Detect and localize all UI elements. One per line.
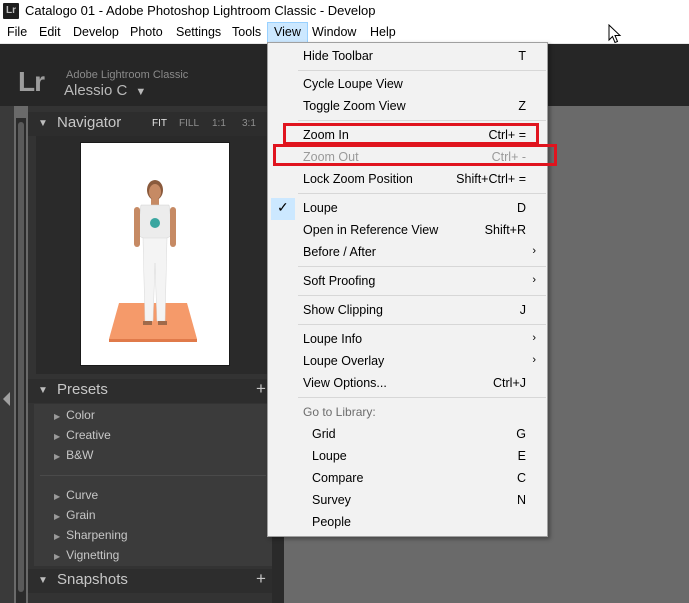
preset-group-curve[interactable]: ▶ Curve (54, 488, 98, 508)
menu-edit[interactable]: Edit (33, 22, 67, 43)
presets-divider (40, 475, 266, 476)
collapse-left-panel-icon[interactable] (3, 392, 10, 406)
navigator-panel-header[interactable]: ▼ Navigator (28, 112, 272, 136)
snapshots-panel-header[interactable]: ▼ Snapshots + (28, 569, 272, 593)
menu-item-loupe-overlay[interactable]: Loupe Overlay › (269, 351, 546, 373)
preset-group-sharpening[interactable]: ▶ Sharpening (54, 528, 128, 548)
menu-separator (298, 397, 546, 398)
navigator-title: Navigator (57, 114, 122, 131)
menu-settings[interactable]: Settings (170, 22, 227, 43)
submenu-arrow-icon: › (532, 354, 536, 366)
menu-item-library-loupe[interactable]: Loupe E (269, 446, 546, 468)
menu-separator (298, 295, 546, 296)
menu-file[interactable]: File (1, 22, 33, 43)
preset-group-vignetting[interactable]: ▶ Vignetting (54, 548, 119, 568)
menu-photo[interactable]: Photo (124, 22, 169, 43)
expand-triangle-icon: ▶ (54, 492, 61, 501)
menu-item-loupe[interactable]: ✓ Loupe D (269, 198, 546, 220)
person-photo-image (109, 180, 197, 342)
add-preset-plus-icon[interactable]: + (256, 379, 266, 399)
preset-group-color[interactable]: ▶ Color (54, 408, 95, 428)
checkmark-icon: ✓ (277, 199, 289, 215)
expand-triangle-icon: ▶ (54, 552, 61, 561)
presets-title: Presets (57, 381, 108, 398)
mouse-cursor-icon (608, 24, 622, 44)
menu-item-library-people[interactable]: People (269, 512, 546, 534)
zoom-out-highlight-box (273, 144, 557, 166)
menu-separator (298, 324, 546, 325)
menu-item-lock-zoom-position[interactable]: Lock Zoom Position Shift+Ctrl+ = (269, 169, 546, 191)
user-caret-icon: ▼ (135, 86, 147, 98)
menu-view[interactable]: View (267, 22, 308, 43)
collapse-triangle-icon: ▼ (38, 118, 48, 129)
menu-item-view-options[interactable]: View Options... Ctrl+J (269, 373, 546, 395)
menu-separator (298, 120, 546, 121)
lightroom-logo: Lr (18, 66, 45, 97)
expand-triangle-icon: ▶ (54, 432, 61, 441)
navigator-option-fill[interactable]: FILL (179, 118, 199, 129)
collapse-triangle-icon: ▼ (38, 575, 48, 586)
preset-group-bw[interactable]: ▶ B&W (54, 448, 94, 468)
user-name-label: Alessio C (64, 82, 128, 99)
app-name-label: Adobe Lightroom Classic (66, 69, 189, 81)
menu-item-toggle-zoom-view[interactable]: Toggle Zoom View Z (269, 96, 546, 118)
menu-develop[interactable]: Develop (67, 22, 125, 43)
menu-item-loupe-info[interactable]: Loupe Info › (269, 329, 546, 351)
submenu-arrow-icon: › (532, 245, 536, 257)
menu-item-before-after[interactable]: Before / After › (269, 242, 546, 264)
menu-item-cycle-loupe-view[interactable]: Cycle Loupe View (269, 74, 546, 96)
user-name[interactable]: Alessio C ▼ (64, 82, 146, 99)
preset-group-creative[interactable]: ▶ Creative (54, 428, 111, 448)
submenu-arrow-icon: › (532, 332, 536, 344)
left-panel-scroll-thumb[interactable] (18, 122, 24, 592)
menu-window[interactable]: Window (306, 22, 362, 43)
left-panel-toggle-strip[interactable] (0, 106, 14, 603)
menu-item-library-compare[interactable]: Compare C (269, 468, 546, 490)
window-title: Catalogo 01 - Adobe Photoshop Lightroom … (25, 3, 376, 18)
navigator-photo-thumbnail[interactable] (80, 142, 230, 366)
menu-separator (298, 266, 546, 267)
view-menu-dropdown: Hide Toolbar T Cycle Loupe View Toggle Zo… (267, 42, 548, 537)
menu-item-soft-proofing[interactable]: Soft Proofing › (269, 271, 546, 293)
expand-triangle-icon: ▶ (54, 452, 61, 461)
checkmark-box: ✓ (271, 198, 295, 220)
preset-group-grain[interactable]: ▶ Grain (54, 508, 96, 528)
navigator-option-3-1[interactable]: 3:1 (242, 118, 256, 129)
collapse-triangle-icon: ▼ (38, 385, 48, 396)
menu-tools[interactable]: Tools (226, 22, 267, 43)
menu-bar: File Edit Develop Photo Settings Tools V… (0, 22, 689, 44)
menu-item-library-survey[interactable]: Survey N (269, 490, 546, 512)
menu-item-library-grid[interactable]: Grid G (269, 424, 546, 446)
submenu-arrow-icon: › (532, 274, 536, 286)
expand-triangle-icon: ▶ (54, 512, 61, 521)
menu-section-go-to-library: Go to Library: (303, 405, 376, 419)
menu-separator (298, 193, 546, 194)
expand-triangle-icon: ▶ (54, 412, 61, 421)
add-snapshot-plus-icon[interactable]: + (256, 569, 266, 589)
expand-triangle-icon: ▶ (54, 532, 61, 541)
menu-separator (298, 70, 546, 71)
navigator-option-fit[interactable]: FIT (152, 118, 167, 129)
menu-item-hide-toolbar[interactable]: Hide Toolbar T (269, 46, 546, 68)
navigator-option-1-1[interactable]: 1:1 (212, 118, 226, 129)
menu-item-show-clipping[interactable]: Show Clipping J (269, 300, 546, 322)
lightroom-app-icon: Lr (3, 3, 19, 19)
title-bar: Lr Catalogo 01 - Adobe Photoshop Lightro… (0, 0, 689, 22)
menu-help[interactable]: Help (364, 22, 402, 43)
snapshots-title: Snapshots (57, 571, 128, 588)
presets-panel-header[interactable]: ▼ Presets + (28, 379, 272, 403)
zoom-in-highlight-box (283, 123, 539, 145)
menu-item-open-in-reference-view[interactable]: Open in Reference View Shift+R (269, 220, 546, 242)
